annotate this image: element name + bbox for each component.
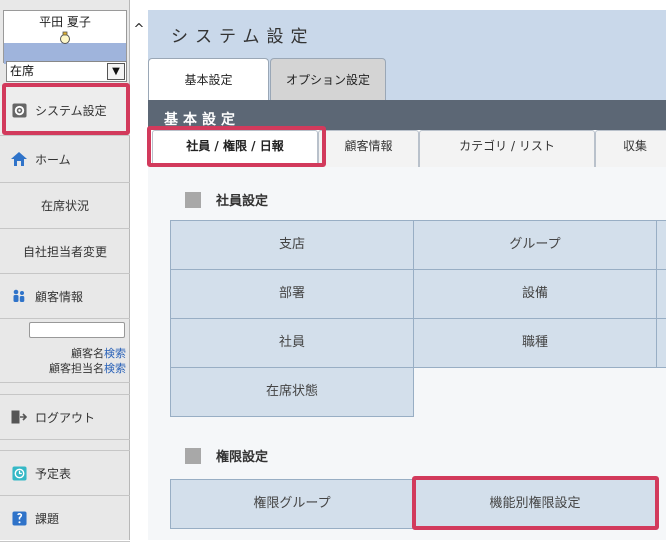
section-bar: 基本設定: [148, 100, 666, 130]
sidebar-item-tasks[interactable]: 課題: [0, 496, 130, 542]
sidebar-item-label: ログアウト: [35, 410, 96, 425]
section-title: 基本設定: [164, 112, 240, 128]
logout-icon: [11, 409, 27, 425]
sidebar-item-label: システム設定: [35, 104, 107, 118]
sidebar-item-presence[interactable]: 在席状況: [0, 183, 130, 229]
setting-cell-overflow: [656, 269, 666, 319]
customer-name-search-link[interactable]: 検索: [104, 347, 126, 360]
setting-group[interactable]: グループ: [413, 220, 657, 270]
subtab-customer-info[interactable]: 顧客情報: [318, 130, 419, 167]
presence-status-select[interactable]: 在席 ▼: [6, 61, 127, 82]
group-heading-employees: 社員設定: [185, 190, 268, 209]
tab-label: オプション設定: [285, 73, 370, 87]
square-icon: [185, 191, 201, 208]
task-icon: [11, 511, 27, 527]
sidebar-item-home[interactable]: ホーム: [0, 136, 130, 183]
search-label: 顧客担当名: [49, 362, 104, 375]
subtab-label: カテゴリ / リスト: [459, 139, 555, 153]
user-name: 平田 夏子: [39, 15, 91, 29]
group-title: 権限設定: [216, 450, 269, 465]
customer-search-input[interactable]: [29, 322, 125, 338]
lightbulb-icon: [4, 30, 126, 49]
setting-presence-state[interactable]: 在席状態: [170, 367, 414, 417]
group-heading-permissions: 権限設定: [185, 446, 268, 465]
setting-department[interactable]: 部署: [170, 269, 414, 319]
sidebar-item-label: 自社担当者変更: [22, 244, 107, 259]
subtab-label: 顧客情報: [344, 139, 393, 153]
subtab-collect[interactable]: 収集: [595, 130, 666, 167]
tab-basic-settings[interactable]: 基本設定: [148, 58, 269, 100]
sidebar-item-logout[interactable]: ログアウト: [0, 394, 130, 440]
setting-job-type[interactable]: 職種: [413, 318, 657, 368]
sidebar-item-customers[interactable]: 顧客情報: [0, 274, 130, 319]
sidebar-item-label: 在席状況: [40, 199, 89, 213]
setting-cell-overflow: [656, 220, 666, 270]
subtab-category-list[interactable]: カテゴリ / リスト: [419, 130, 595, 167]
setting-employee[interactable]: 社員: [170, 318, 414, 368]
gear-icon: [11, 103, 27, 119]
chevron-down-icon: ▼: [107, 63, 125, 80]
customer-search: 顧客名検索 顧客担当名検索: [0, 319, 130, 383]
sub-tabs: 社員 / 権限 / 日報 顧客情報 カテゴリ / リスト 収集: [148, 130, 666, 167]
clock-icon: [11, 465, 27, 481]
sidebar-item-system-settings[interactable]: システム設定: [0, 86, 130, 136]
chevron-up-icon[interactable]: ^: [131, 22, 147, 38]
search-label: 顧客名: [71, 347, 104, 360]
subtab-label: 収集: [622, 139, 647, 153]
subtab-label: 社員 / 権限 / 日報: [186, 139, 284, 153]
tab-label: 基本設定: [184, 73, 233, 87]
sidebar-item-change-assignee[interactable]: 自社担当者変更: [0, 229, 130, 274]
sidebar-item-label: 予定表: [35, 466, 72, 481]
sidebar-item-label: 顧客情報: [35, 289, 84, 304]
setting-feature-permissions[interactable]: 機能別権限設定: [413, 479, 657, 529]
customer-contact-search-link[interactable]: 検索: [104, 362, 126, 375]
sidebar-item-label: 課題: [35, 512, 60, 526]
page-title: システム設定: [171, 27, 315, 47]
presence-status-value: 在席: [10, 64, 35, 78]
user-box: 平田 夏子: [3, 10, 127, 64]
sidebar-item-label: ホーム: [35, 152, 71, 167]
home-icon: [11, 151, 27, 167]
page-header: システム設定: [148, 10, 666, 58]
subtab-employees-permissions[interactable]: 社員 / 権限 / 日報: [152, 130, 318, 167]
group-title: 社員設定: [216, 194, 269, 209]
square-icon: [185, 447, 201, 464]
people-icon: [11, 288, 27, 304]
sidebar: 平田 夏子 在席 ▼ システム設定 ホーム 在席状況 自社担当者変更 顧客情報: [0, 0, 130, 542]
tab-option-settings[interactable]: オプション設定: [270, 58, 386, 100]
settings-content: 社員設定 支店 グループ 部署 設備 社員 職種 在席状態 権限設定 権限グルー…: [148, 167, 666, 540]
sidebar-item-schedule[interactable]: 予定表: [0, 450, 130, 496]
setting-branch[interactable]: 支店: [170, 220, 414, 270]
setting-permission-group[interactable]: 権限グループ: [170, 479, 414, 529]
main-tabs: 基本設定 オプション設定: [148, 58, 666, 100]
setting-equipment[interactable]: 設備: [413, 269, 657, 319]
setting-cell-overflow: [656, 318, 666, 368]
